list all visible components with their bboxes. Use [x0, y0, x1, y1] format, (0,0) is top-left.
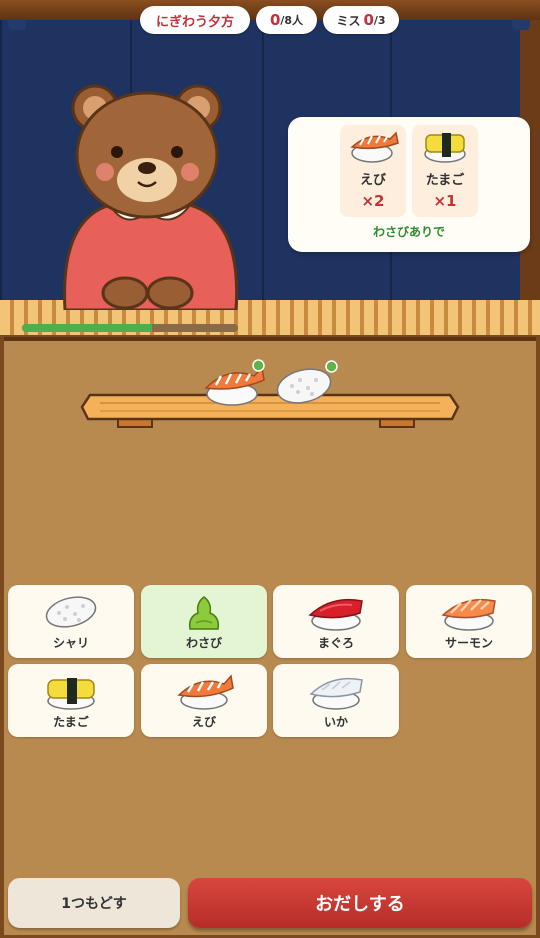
miss-counter: ミス 0 /3	[323, 6, 399, 34]
order-item-name: えび	[359, 173, 386, 188]
tamago-sushi-icon	[47, 678, 95, 710]
menu-item-label: まぐろ	[317, 636, 354, 650]
order-note: わさびありで	[372, 225, 445, 239]
bear-customer-icon	[63, 84, 239, 310]
menu-item-salmon[interactable]: サーモン	[406, 585, 532, 658]
patience-fill	[22, 324, 152, 332]
plate-item-check-icon	[252, 359, 265, 372]
order-card: えび ×2 たまご ×1 わさびありで	[288, 117, 530, 252]
wasabi-icon	[188, 596, 220, 630]
serve-button[interactable]: おだしする	[188, 878, 532, 928]
served-count: 0	[269, 11, 281, 29]
rice-shari-icon	[45, 596, 97, 628]
served-total: /8人	[280, 14, 304, 27]
menu-item-shari[interactable]: シャリ	[8, 585, 134, 658]
menu-item-label: いか	[323, 715, 348, 729]
salmon-sushi-icon	[441, 598, 496, 631]
miss-count: 0	[363, 11, 374, 29]
menu-item-label: わさび	[185, 636, 222, 650]
undo-button[interactable]: 1つもどす	[8, 878, 180, 928]
menu-item-label: たまご	[53, 715, 89, 729]
menu-item-maguro[interactable]: まぐろ	[273, 585, 399, 658]
serving-plate[interactable]	[80, 385, 460, 433]
order-item-name: たまご	[425, 173, 465, 188]
stage-title-pill: にぎわう夕方	[140, 6, 250, 34]
miss-total: /3	[373, 13, 386, 27]
shrimp-sushi-icon	[350, 131, 399, 163]
menu-item-ebi[interactable]: えび	[141, 664, 267, 737]
order-item-qty: ×1	[433, 192, 457, 210]
order-item-qty: ×2	[361, 192, 385, 210]
order-item: たまご ×1	[412, 125, 478, 217]
menu-item-label: サーモン	[444, 636, 493, 650]
menu-item-label: えび	[191, 715, 216, 729]
tamago-sushi-icon	[424, 133, 466, 163]
menu-item-tamago[interactable]: たまご	[8, 664, 134, 737]
served-counter: 0 /8人	[256, 6, 317, 34]
patience-bar	[22, 324, 238, 332]
plate-item-check-icon	[325, 360, 338, 373]
menu-item-ika[interactable]: いか	[273, 664, 399, 737]
miss-label: ミス	[336, 13, 361, 28]
menu-item-wasabi[interactable]: わさび	[141, 585, 267, 658]
stage-title: にぎわう夕方	[155, 14, 234, 30]
menu-item-label: シャリ	[52, 636, 89, 650]
order-item: えび ×2	[340, 125, 406, 217]
shrimp-sushi-icon	[177, 674, 234, 710]
squid-sushi-icon	[309, 677, 363, 710]
tuna-sushi-icon	[308, 598, 363, 631]
